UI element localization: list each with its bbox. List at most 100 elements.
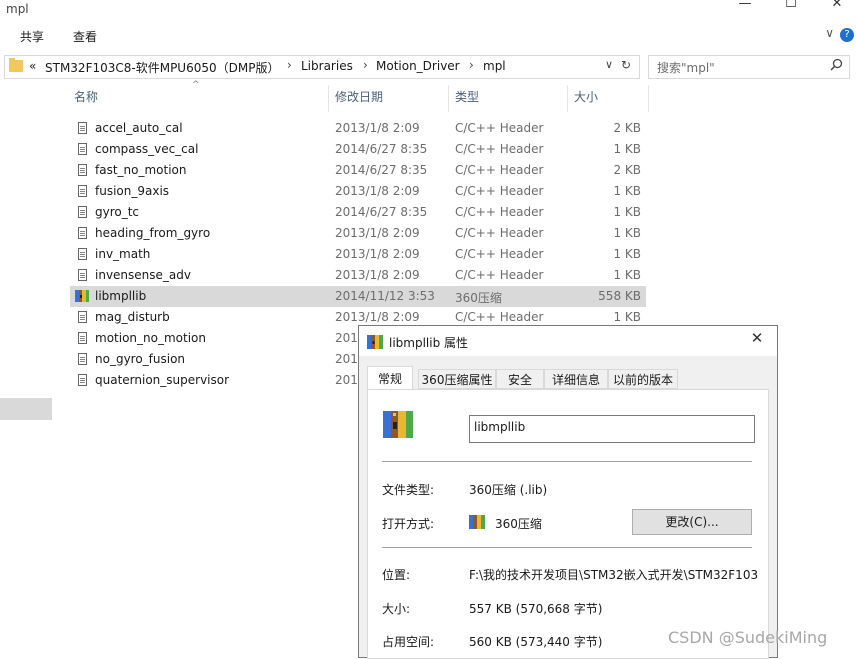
header-file-icon [78,353,87,365]
breadcrumb-project[interactable]: STM32F103C8-软件MPU6050（DMP版） [45,59,279,76]
file-name: quaternion_supervisor [95,373,230,387]
column-header-name[interactable]: 名称 [74,88,98,110]
file-date: 2013/1/8 2:09 [335,226,420,240]
header-file-icon [78,164,87,176]
file-size: 1 KB [613,226,641,240]
tab-security[interactable]: 安全 [496,369,544,389]
chevron-right-icon[interactable]: › [363,58,368,72]
chevron-down-icon[interactable]: ∨ [605,58,613,71]
location-label: 位置: [382,568,411,582]
search-input[interactable]: 搜索"mpl" [648,55,850,79]
file-row[interactable]: fast_no_motion 2014/6/27 8:35 C/C++ Header… [70,160,646,181]
file-name: gyro_tc [95,205,140,219]
maximize-button[interactable]: ☐ [768,0,814,18]
file-row[interactable]: gyro_tc 2014/6/27 8:35 C/C++ Header 1 KB [70,202,646,223]
close-button[interactable]: ✕ [814,0,856,18]
tab-previous-versions[interactable]: 以前的版本 [608,369,678,389]
file-size: 2 KB [613,163,641,177]
file-size: 558 KB [598,289,641,303]
file-date: 2013/1/8 2:09 [335,184,420,198]
sort-ascending-icon: ^ [192,80,200,90]
divider [382,461,752,462]
column-header-type[interactable]: 类型 [455,88,479,110]
file-row[interactable]: accel_auto_cal 2013/1/8 2:09 C/C++ Header 2… [70,118,646,139]
tab-share[interactable]: 共享 [20,28,44,45]
chevron-right-icon[interactable]: › [287,58,292,72]
file-date: 2013/1/8 2:09 [335,310,420,324]
file-date: 2014/11/12 3:53 [335,289,435,303]
file-row[interactable]: compass_vec_cal 2014/6/27 8:35 C/C++ Heade… [70,139,646,160]
chevron-right-icon[interactable]: › [469,58,474,72]
breadcrumb-mpl[interactable]: mpl [483,59,506,73]
tab-general[interactable]: 常规 [367,366,413,390]
divider [382,547,752,548]
file-row[interactable]: heading_from_gyro 2013/1/8 2:09 C/C++ Head… [70,223,646,244]
change-button[interactable]: 更改(C)... [632,509,752,535]
file-date: 2014/6/27 8:35 [335,205,428,219]
column-header-date[interactable]: 修改日期 [335,88,383,110]
file-size: 1 KB [613,184,641,198]
general-tab-panel: libmpllib 文件类型: 360压缩 (.lib) 打开方式: 360压缩… [367,389,769,659]
dialog-close-button[interactable]: ✕ [743,329,771,353]
file-date: 2013/1/8 2:09 [335,247,420,261]
tab-360-archive-properties[interactable]: 360压缩属性 [418,369,496,389]
refresh-icon[interactable]: ↻ [621,58,631,72]
file-name: invensense_adv [95,268,191,282]
archive-icon [367,335,383,349]
file-name: fusion_9axis [95,184,170,198]
properties-dialog: libmpllib 属性 ✕ 常规 360压缩属性 安全 详细信息 以前的版本 … [358,325,778,659]
nav-selected-item[interactable] [0,398,52,420]
dialog-title-bar[interactable]: libmpllib 属性 ✕ [359,326,777,356]
file-size: 1 KB [613,205,641,219]
archive-icon [75,290,89,302]
file-type: C/C++ Header [455,184,544,198]
file-name-field[interactable]: libmpllib [469,415,755,443]
file-type: C/C++ Header [455,226,544,240]
column-header-size[interactable]: 大小 [574,88,598,110]
search-icon[interactable] [830,58,843,75]
header-file-icon [78,185,87,197]
column-divider[interactable] [448,85,449,112]
address-bar[interactable]: « STM32F103C8-软件MPU6050（DMP版） › Librarie… [4,55,640,79]
column-divider[interactable] [567,85,568,112]
column-divider[interactable] [648,85,649,112]
file-row[interactable]: inv_math 2013/1/8 2:09 C/C++ Header 1 KB [70,244,646,265]
header-file-icon [78,206,87,218]
file-name: fast_no_motion [95,163,187,177]
file-name: compass_vec_cal [95,142,199,156]
breadcrumb-overflow[interactable]: « [29,59,36,73]
help-icon[interactable]: ? [840,28,854,42]
file-date: 2013/1/8 2:09 [335,121,420,135]
header-file-icon [78,311,87,323]
file-date: 2014/6/27 8:35 [335,142,428,156]
file-name: mag_disturb [95,310,170,324]
navigation-pane[interactable] [0,82,52,658]
file-row-selected[interactable]: libmpllib 2014/11/12 3:53 360压缩 558 KB [70,286,646,307]
header-file-icon [78,143,87,155]
column-divider[interactable] [328,85,329,112]
file-date: 2014/6/27 8:35 [335,163,428,177]
file-type: 360压缩 [455,291,502,305]
file-row[interactable]: fusion_9axis 2013/1/8 2:09 C/C++ Header 1 K… [70,181,646,202]
file-type: C/C++ Header [455,205,544,219]
breadcrumb-libraries[interactable]: Libraries [301,59,353,73]
file-row[interactable]: invensense_adv 2013/1/8 2:09 C/C++ Header 1… [70,265,646,286]
file-size: 1 KB [613,142,641,156]
file-type: C/C++ Header [455,163,544,177]
archive-icon [383,411,413,438]
minimize-button[interactable]: — [722,0,768,18]
size-label: 大小: [382,602,411,616]
search-placeholder: 搜索"mpl" [657,61,715,75]
file-name: inv_math [95,247,151,261]
file-size: 1 KB [613,247,641,261]
tab-view[interactable]: 查看 [73,28,97,45]
file-date: 2013/1/8 2:09 [335,268,420,282]
size-value: 557 KB (570,668 字节) [469,602,603,616]
breadcrumb-motion-driver[interactable]: Motion_Driver [376,59,460,73]
file-type-value: 360压缩 (.lib) [469,483,548,497]
ribbon-expand-icon[interactable]: ∨ [825,26,834,40]
tab-details[interactable]: 详细信息 [544,369,608,389]
ribbon: 共享 查看 ∨ ? [0,20,856,50]
file-size: 1 KB [613,310,641,324]
title-bar: mpl — ☐ ✕ [0,0,856,20]
